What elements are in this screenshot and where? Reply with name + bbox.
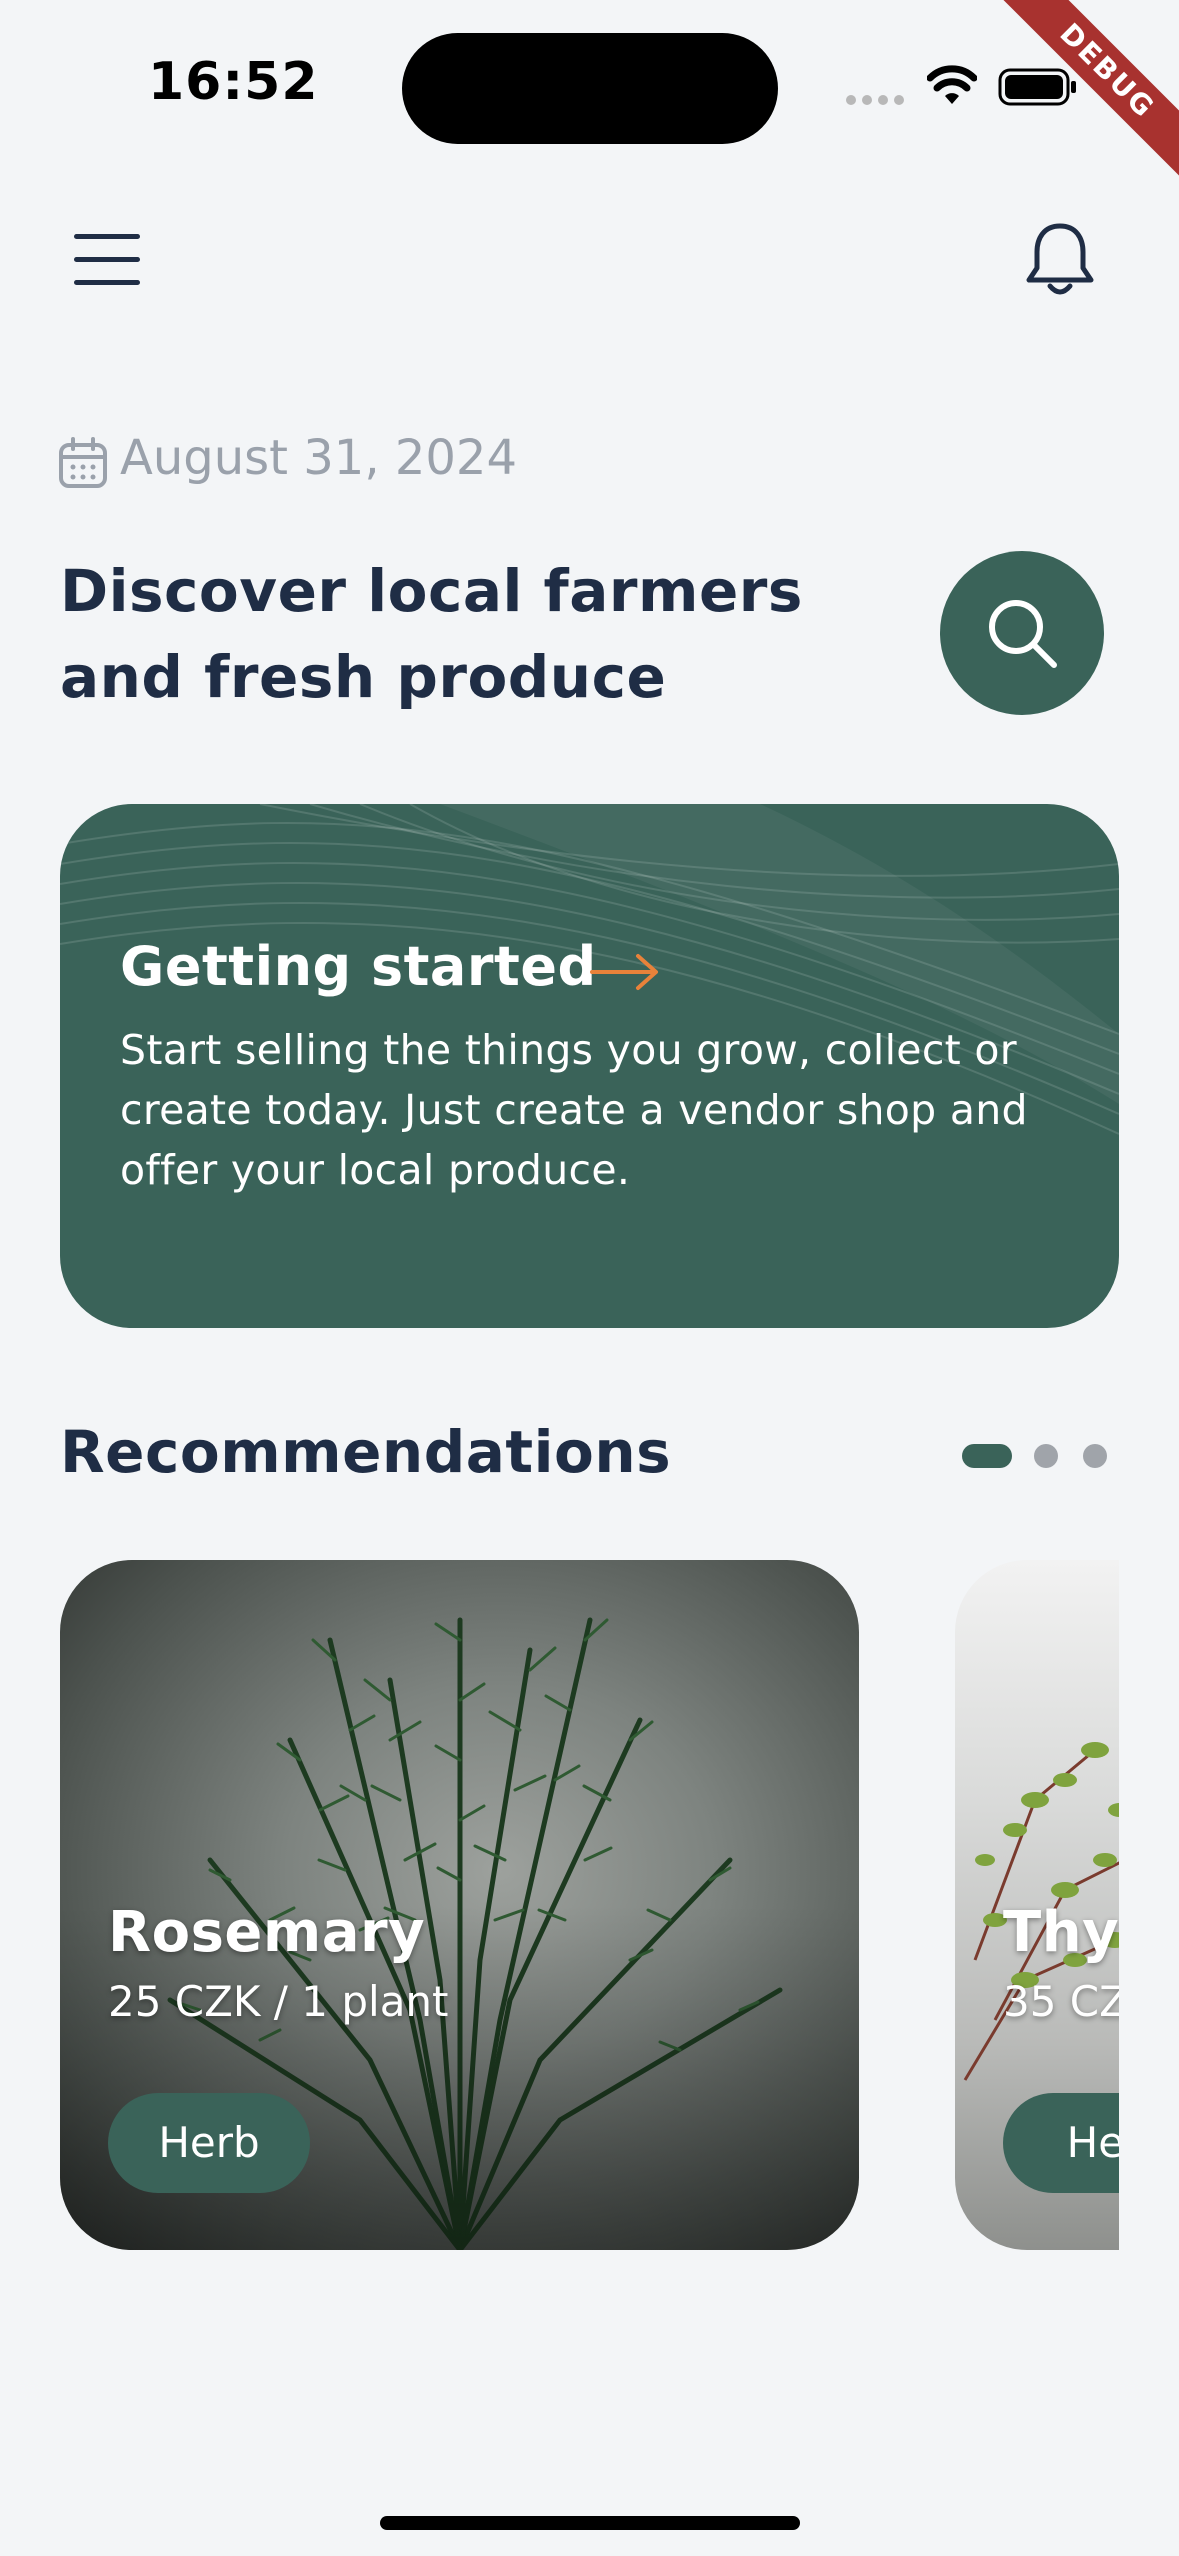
cellular-signal-icon	[846, 95, 904, 105]
page-headline: Discover local farmers and fresh produce	[60, 557, 803, 711]
status-time: 16:52	[148, 52, 319, 112]
debug-banner: DEBUG	[979, 0, 1179, 200]
page-indicator-dot[interactable]	[1083, 1444, 1107, 1468]
category-tag[interactable]: Her	[1003, 2093, 1119, 2193]
search-button[interactable]	[940, 551, 1104, 715]
promo-title: Getting started	[120, 935, 597, 998]
product-name: Rosemary	[108, 1900, 426, 1965]
page-indicator-dot[interactable]	[1034, 1444, 1058, 1468]
bell-icon[interactable]	[1020, 220, 1100, 302]
debug-label: DEBUG	[984, 0, 1179, 194]
category-tag[interactable]: Herb	[108, 2093, 310, 2193]
product-price: 35 CZ	[1003, 1977, 1119, 2026]
calendar-icon	[59, 437, 107, 488]
recommendations-carousel[interactable]: Rosemary 25 CZK / 1 plant Herb Thym 35 C…	[60, 1560, 1119, 2250]
dynamic-island	[402, 33, 778, 144]
search-icon	[989, 600, 1057, 668]
section-title-recommendations: Recommendations	[60, 1418, 672, 1486]
promo-description: Start selling the things you grow, colle…	[120, 1026, 1028, 1194]
date-label: August 31, 2024	[120, 430, 517, 486]
home-indicator[interactable]	[380, 2516, 800, 2530]
arrow-right-icon[interactable]	[590, 952, 660, 992]
product-price: 25 CZK / 1 plant	[108, 1977, 449, 2026]
product-name: Thym	[1003, 1900, 1119, 1965]
page-indicator-dot-active[interactable]	[962, 1444, 1012, 1468]
product-card-rosemary[interactable]: Rosemary 25 CZK / 1 plant Herb	[60, 1560, 859, 2250]
hamburger-menu-icon[interactable]	[72, 230, 142, 290]
product-card-thyme[interactable]: Thym 35 CZ Her	[955, 1560, 1119, 2250]
wifi-icon	[927, 65, 977, 104]
